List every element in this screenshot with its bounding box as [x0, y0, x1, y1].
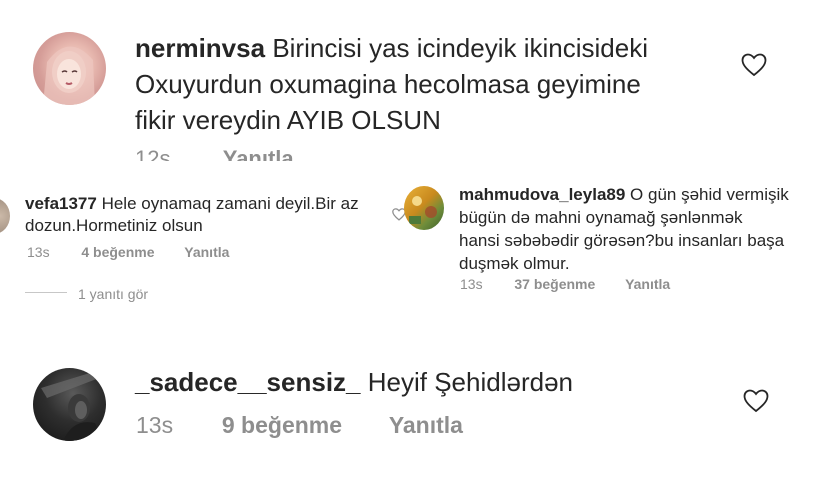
reply-button[interactable]: Yanıtla — [223, 146, 294, 161]
comment-username[interactable]: vefa1377 — [25, 194, 97, 213]
avatar[interactable] — [33, 32, 106, 105]
likes-count[interactable]: 9 beğenme — [222, 412, 342, 438]
comment-text: dozun.Hormetiniz olsun — [25, 216, 203, 235]
reply-button[interactable]: Yanıtla — [184, 244, 229, 260]
likes-count[interactable]: 37 beğenme — [514, 276, 595, 292]
view-replies-divider — [25, 292, 67, 293]
reply-button[interactable]: Yanıtla — [389, 412, 463, 438]
comment-text: O gün şəhid vermişik — [630, 185, 789, 204]
avatar[interactable] — [0, 198, 10, 234]
avatar[interactable] — [404, 186, 444, 230]
comment-text: Heyif Şehidlərdən — [367, 367, 573, 397]
likes-count[interactable]: 4 beğenme — [81, 244, 154, 260]
comment-time: 13s — [460, 276, 483, 292]
comment-text: Oxuyurdun oxumagina hecolmasa geyimine — [135, 69, 641, 99]
heart-icon[interactable] — [741, 53, 767, 77]
comment-time: 13s — [27, 244, 50, 260]
comment-text: Birincisi yas icindeyik ikincisideki — [272, 33, 648, 63]
comment-text: Hele oynamaq zamani deyil.Bir az — [101, 194, 359, 213]
comment-username[interactable]: nerminvsa — [135, 33, 265, 63]
comment-time: 12s — [135, 146, 171, 161]
reply-button[interactable]: Yanıtla — [625, 276, 670, 292]
heart-icon[interactable] — [743, 389, 769, 413]
comment-time: 13s — [136, 412, 174, 438]
comment-text: hansi səbəbədir görəsən?bu insanları baş… — [459, 231, 785, 250]
comment-text: fikir vereydin AYIB OLSUN — [135, 105, 441, 135]
comment-text: bügün də mahni oynamağ şənlənmək — [459, 208, 743, 227]
comment-username[interactable]: mahmudova_leyla89 — [459, 185, 625, 204]
comment-text: duşmək olmur. — [459, 254, 570, 273]
comment-username[interactable]: _sadece__sensiz_ — [135, 367, 361, 397]
avatar[interactable] — [33, 368, 106, 441]
view-replies-link[interactable]: 1 yanıtı gör — [78, 286, 148, 302]
